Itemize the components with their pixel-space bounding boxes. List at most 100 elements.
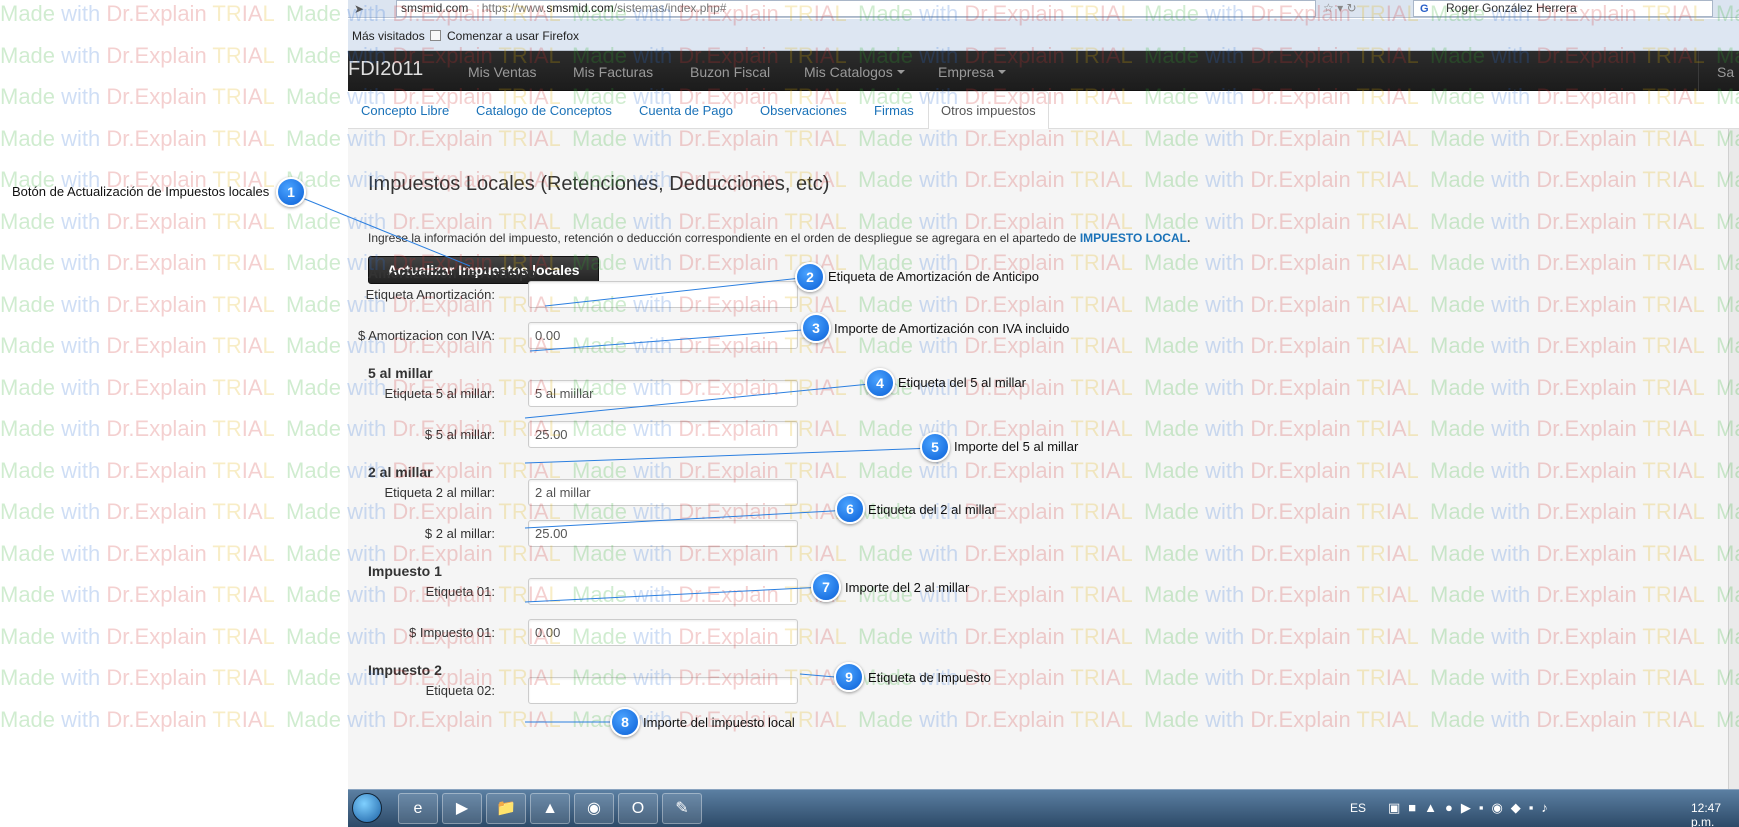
imp1-amount-input[interactable]: 0.00 [528, 619, 798, 646]
url-path: /sistemas/index.php# [613, 1, 727, 15]
watermark-text: Made with Dr.Explain TRIAL [0, 623, 275, 649]
tab-cuenta-pago[interactable]: Cuenta de Pago [639, 103, 733, 118]
intro-text: Ingrese la información del impuesto, ret… [368, 231, 1190, 245]
browser-window: ➤ smsmid.com https://www.smsmid.com/sist… [348, 0, 1739, 827]
url-host: smsmid.com [401, 1, 469, 15]
app-navbar: FDI2011 Mis Ventas Mis Facturas Buzon Fi… [348, 51, 1739, 91]
cinco-label-field-label: Etiqueta 5 al millar: [384, 386, 495, 401]
nav-buzon-fiscal[interactable]: Buzon Fiscal [690, 64, 770, 80]
firefox-icon[interactable]: ◉ [574, 793, 614, 824]
tab-observaciones[interactable]: Observaciones [760, 103, 847, 118]
system-tray-icons[interactable]: ▣■▲●▶▪◉◆▪♪ [1388, 800, 1556, 816]
cinco-amount-input[interactable]: 25.00 [528, 421, 798, 448]
amortizacion-label-field-label: Etiqueta Amortización: [365, 287, 495, 302]
bookmark-get-started-label: Comenzar a usar Firefox [447, 29, 580, 43]
section-2-millar-heading: 2 al millar [368, 464, 433, 480]
watermark-text: Made with Dr.Explain TRIAL [0, 208, 275, 234]
intro-body: Ingrese la información del impuesto, ret… [368, 231, 1077, 245]
brand[interactable]: FDI2011 [348, 58, 423, 81]
url-prefix: https://www. [481, 1, 547, 15]
watermark-text: Made with Dr.Explain TRIAL [0, 540, 275, 566]
nav-mis-facturas[interactable]: Mis Facturas [573, 64, 653, 80]
imp1-amount-field-label: $ Impuesto 01: [409, 625, 495, 640]
cinco-label-input[interactable]: 5 al miillar [528, 380, 798, 407]
callout-1-text: Botón de Actualización de Impuestos loca… [12, 184, 270, 199]
url-input[interactable]: smsmid.com https://www.smsmid.com/sistem… [396, 0, 1316, 17]
outlook-icon[interactable]: O [618, 793, 658, 824]
section-impuesto-2-heading: Impuesto 2 [368, 662, 442, 678]
page-scrollbar[interactable] [1728, 129, 1739, 789]
nav-mis-ventas[interactable]: Mis Ventas [468, 64, 536, 80]
nav-empresa[interactable]: Empresa [938, 64, 1007, 80]
dos-amount-field-label: $ 2 al millar: [424, 526, 495, 541]
internet-explorer-icon[interactable]: e [398, 793, 438, 824]
imp2-label-field-label: Etiqueta 02: [425, 683, 495, 698]
windows-start-icon[interactable] [352, 793, 382, 823]
watermark-text: Made with Dr.Explain TRIAL [0, 125, 275, 151]
watermark-text: Made with Dr.Explain TRIAL [0, 457, 275, 483]
bookmarks-bar: Más visitados Comenzar a usar Firefox [348, 19, 1739, 51]
tab-firmas[interactable]: Firmas [874, 103, 914, 118]
clock[interactable]: 12:47 p.m. [1691, 801, 1739, 827]
screenshot: ➤ smsmid.com https://www.smsmid.com/sist… [0, 0, 1739, 827]
watermark-text: Made with Dr.Explain TRIAL [0, 706, 275, 732]
dos-amount-input[interactable]: 25.00 [528, 520, 798, 547]
watermark-text: Made with Dr.Explain TRIAL [0, 582, 275, 607]
address-bar: ➤ smsmid.com https://www.smsmid.com/sist… [348, 0, 1739, 18]
bookmark-most-visited[interactable]: Más visitados [352, 29, 425, 43]
watermark-text: Made with Dr.Explain TRIAL [0, 665, 275, 690]
imp1-label-input[interactable] [528, 578, 798, 605]
watermark-text: Made with Dr.Explain TRIAL [0, 374, 275, 400]
watermark-text: Made with Dr.Explain TRIAL [0, 499, 275, 524]
nav-empresa-label: Empresa [938, 64, 995, 80]
notes-icon[interactable]: ✎ [662, 793, 702, 824]
watermark-text: Made with Dr.Explain TRIAL [0, 333, 275, 358]
tab-otros-impuestos[interactable]: Otros impuestos [928, 91, 1049, 130]
callout-1-badge: 1 [276, 177, 306, 207]
dos-label-field-label: Etiqueta 2 al millar: [384, 485, 495, 500]
language-indicator[interactable]: ES [1350, 801, 1366, 815]
search-box[interactable]: G Roger González Herrera [1413, 0, 1713, 17]
media-player-icon[interactable]: ▶ [442, 793, 482, 824]
url-full: https://www.smsmid.com/sistemas/index.ph… [482, 1, 727, 15]
chevron-down-icon [998, 70, 1007, 74]
intro-end: . [1186, 231, 1191, 245]
amortizacion-label-input[interactable] [528, 281, 798, 308]
section-amortizacion-heading: Amortizacion de Anticipo [368, 265, 537, 281]
windows-taskbar: e ▶ 📁 ▲ ◉ O ✎ ES ▣■▲●▶▪◉◆▪♪ 12:47 p.m. [348, 789, 1739, 827]
watermark-text: Made with Dr.Explain TRIAL [0, 416, 275, 441]
intro-link: IMPUESTO LOCAL [1079, 231, 1187, 245]
watermark-text: Made with Dr.Explain TRIAL [0, 167, 275, 192]
watermark-text: Made with Dr.Explain TRIAL [0, 42, 275, 68]
page-title: Impuestos Locales (Retenciones, Deduccio… [368, 173, 830, 195]
nav-divider [1698, 51, 1699, 91]
back-arrow-icon[interactable]: ➤ [354, 2, 370, 16]
bookmark-get-started[interactable]: Comenzar a usar Firefox [430, 29, 579, 43]
nav-mis-catalogos[interactable]: Mis Catalogos [804, 64, 905, 80]
url-domain: smsmid.com [546, 1, 614, 15]
imp2-label-input[interactable] [528, 677, 798, 704]
tab-bar: Concepto Libre Catalogo de Conceptos Cue… [348, 91, 1739, 130]
app-hat-icon[interactable]: ▲ [530, 793, 570, 824]
tab-catalogo-conceptos[interactable]: Catalogo de Conceptos [476, 103, 612, 118]
amortizacion-amount-input[interactable]: 0.00 [528, 322, 798, 349]
tab-concepto-libre[interactable]: Concepto Libre [361, 103, 449, 118]
explorer-folder-icon[interactable]: 📁 [486, 793, 526, 824]
watermark-text: Made with Dr.Explain TRIAL [0, 84, 275, 109]
nav-right-item[interactable]: Sa [1717, 64, 1734, 80]
watermark-text: Made with Dr.Explain TRIAL [0, 291, 275, 317]
imp1-label-field-label: Etiqueta 01: [425, 584, 495, 599]
nav-mis-catalogos-label: Mis Catalogos [804, 64, 893, 80]
section-impuesto-1-heading: Impuesto 1 [368, 563, 442, 579]
cinco-amount-field-label: $ 5 al millar: [424, 427, 495, 442]
google-icon: G [1420, 3, 1429, 15]
watermark-text: Made with Dr.Explain TRIAL [0, 250, 275, 275]
search-account: Roger González Herrera [1446, 1, 1577, 15]
form-area: Impuestos Locales (Retenciones, Deduccio… [348, 129, 1739, 789]
dos-label-input[interactable]: 2 al millar [528, 479, 798, 506]
watermark-text: Made with Dr.Explain TRIAL [0, 1, 275, 26]
amortizacion-amount-field-label: $ Amortizacion con IVA: [357, 328, 495, 343]
chevron-down-icon [896, 70, 905, 74]
reload-icon[interactable]: ☆ ▾ ↻ [1323, 1, 1357, 15]
section-5-millar-heading: 5 al millar [368, 365, 433, 381]
